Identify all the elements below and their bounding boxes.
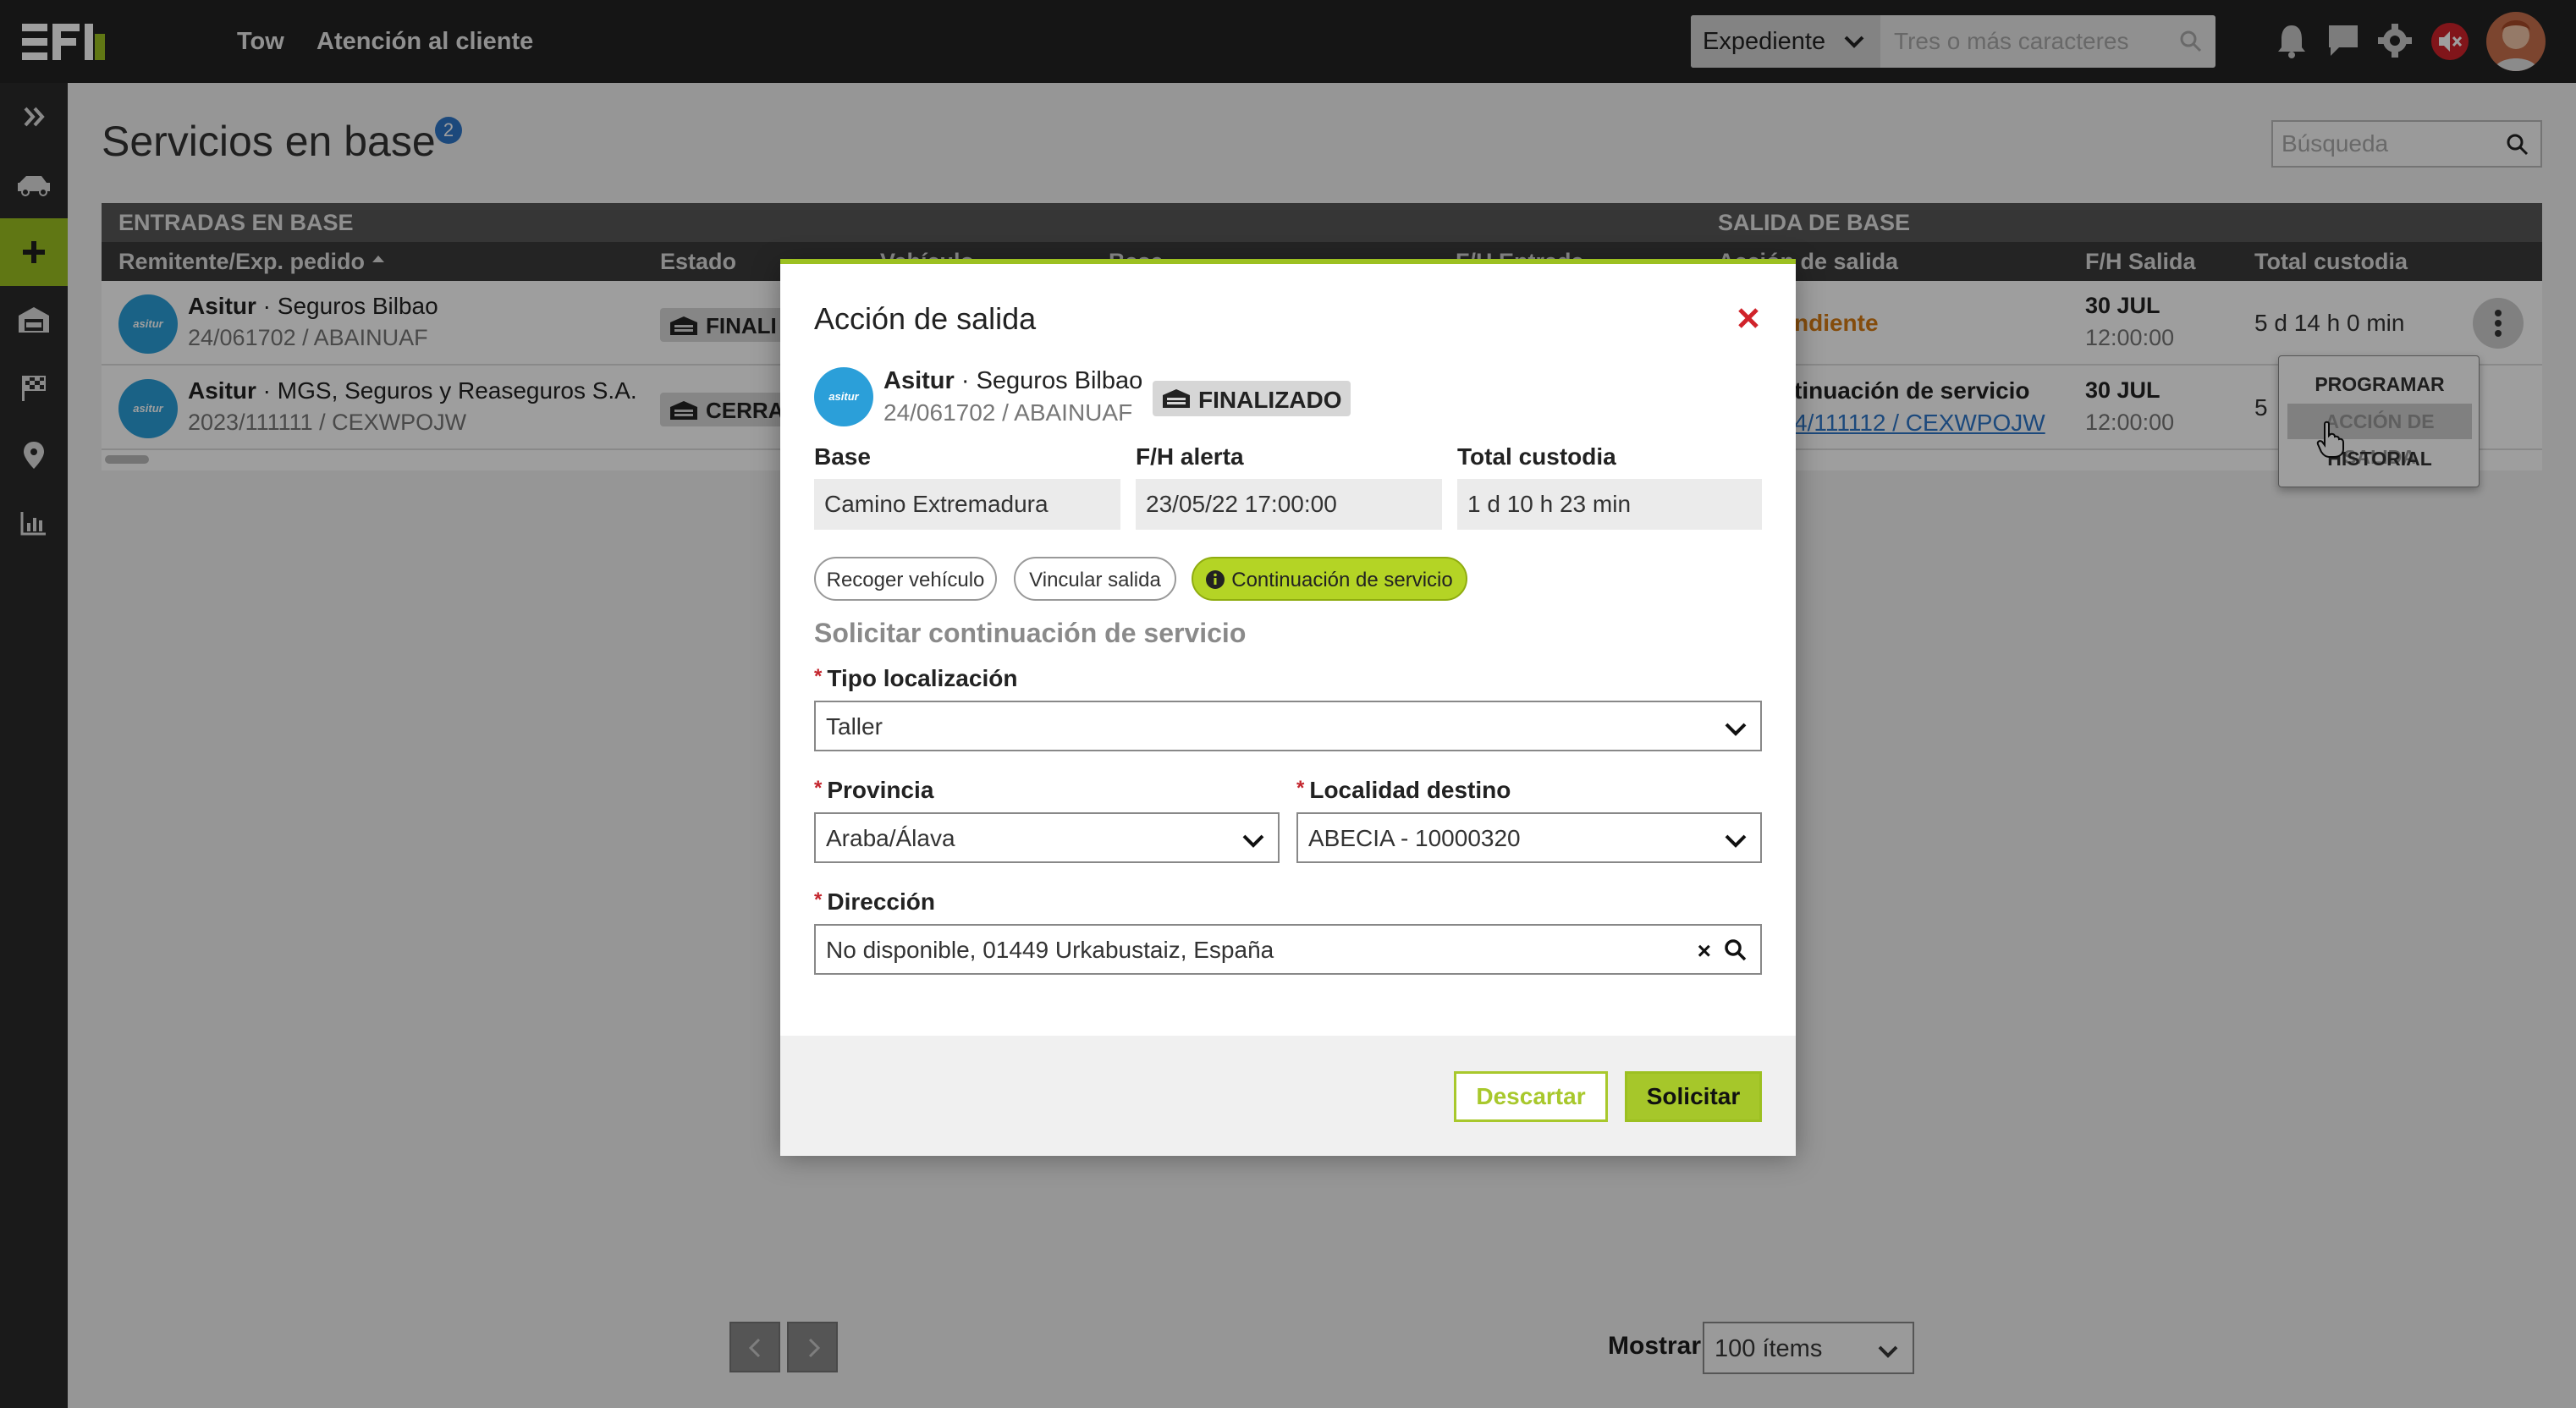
modal-expedient: 24/061702 / ABAINUAF	[883, 399, 1133, 426]
accion-salida-modal: Acción de salida asitur Asitur · Seguros…	[780, 259, 1796, 1156]
modal-remitente: Asitur · Seguros Bilbao	[883, 367, 1143, 394]
base-field: Camino Extremadura	[814, 479, 1120, 530]
search-icon[interactable]	[1723, 938, 1748, 963]
localidad-label: * Localidad destino	[1296, 777, 1511, 803]
localidad-value: ABECIA - 10000320	[1308, 825, 1521, 851]
direccion-value: No disponible, 01449 Urkabustaiz, España	[826, 937, 1274, 963]
provincia-label: * Provincia	[814, 777, 934, 803]
option-continuacion-servicio[interactable]: Continuación de servicio	[1192, 557, 1467, 601]
section-title: Solicitar continuación de servicio	[814, 618, 1247, 648]
chevron-down-icon	[1725, 723, 1747, 736]
items-per-page-value: 100 ítems	[1715, 1335, 1823, 1362]
chevron-down-icon	[1242, 834, 1264, 848]
clear-icon[interactable]: ×	[1698, 938, 1711, 965]
total-custodia-field: 1 d 10 h 23 min	[1457, 479, 1762, 530]
status-badge: FINALIZADO	[1153, 381, 1351, 416]
base-label: Base	[814, 443, 871, 470]
items-per-page-select[interactable]: 100 ítems	[1703, 1322, 1914, 1374]
modal-title: Acción de salida	[814, 301, 1037, 336]
descartar-button[interactable]: Descartar	[1454, 1071, 1608, 1122]
chevron-down-icon	[1878, 1345, 1898, 1358]
option-vincular-salida[interactable]: Vincular salida	[1014, 557, 1176, 601]
option-recoger-vehiculo[interactable]: Recoger vehículo	[814, 557, 997, 601]
tipo-localizacion-value: Taller	[826, 713, 883, 740]
total-custodia-label: Total custodia	[1457, 443, 1616, 470]
provincia-select[interactable]: Araba/Álava	[814, 812, 1280, 863]
fh-alerta-label: F/H alerta	[1136, 443, 1244, 470]
fh-alerta-field: 23/05/22 17:00:00	[1136, 479, 1442, 530]
direccion-field[interactable]: No disponible, 01449 Urkabustaiz, España…	[814, 924, 1762, 975]
provincia-value: Araba/Álava	[826, 825, 955, 851]
info-icon	[1206, 570, 1225, 589]
close-icon[interactable]	[1735, 305, 1762, 332]
mostrar-label: Mostrar	[1608, 1332, 1702, 1360]
option-continuacion-label: Continuación de servicio	[1231, 569, 1453, 591]
chevron-down-icon	[1725, 834, 1747, 848]
localidad-select[interactable]: ABECIA - 10000320	[1296, 812, 1762, 863]
direccion-label: * Dirección	[814, 888, 935, 915]
client-logo: asitur	[814, 367, 873, 426]
tipo-localizacion-label: * Tipo localización	[814, 665, 1018, 691]
modal-footer: Descartar Solicitar	[780, 1036, 1796, 1156]
garage-icon	[1163, 389, 1190, 408]
solicitar-button[interactable]: Solicitar	[1625, 1071, 1762, 1122]
tipo-localizacion-select[interactable]: Taller	[814, 701, 1762, 751]
